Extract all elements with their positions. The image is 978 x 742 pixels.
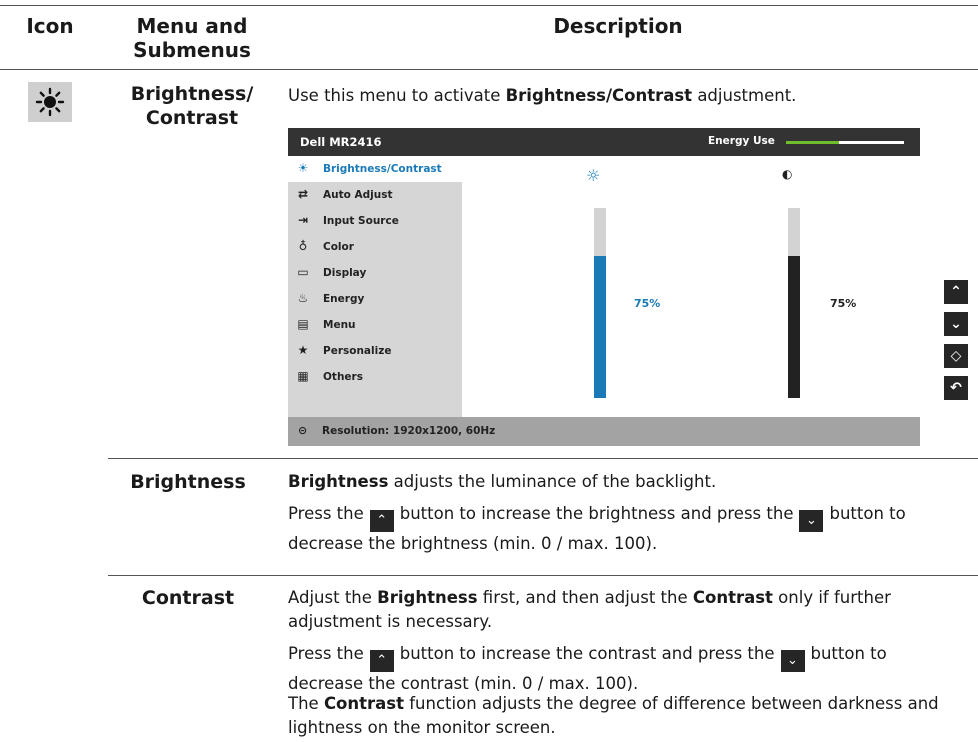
osd-menu-item[interactable]: ⇄ Auto Adjust	[288, 182, 462, 208]
osd-menu-item[interactable]: ★ Personalize	[288, 338, 462, 364]
brightness-value: 75%	[634, 297, 661, 310]
back-button[interactable]: ↶	[944, 376, 968, 400]
up-arrow-icon: ⌃	[369, 510, 394, 532]
header-rule	[0, 69, 978, 70]
osd-menu-item-label: Personalize	[323, 345, 392, 357]
osd-menu-item[interactable]: ♁ Color	[288, 234, 462, 260]
brightness-sun-icon: ☼	[586, 166, 601, 185]
energy-use-fill	[786, 141, 840, 144]
brightness-slider[interactable]	[594, 208, 606, 398]
menu-name-contrast: Contrast	[141, 587, 235, 609]
brightness-contrast-icon	[28, 82, 72, 122]
energy-use-label: Energy Use	[708, 135, 775, 147]
osd-menu-item[interactable]: ♨ Energy	[288, 286, 462, 312]
osd-menu-item[interactable]: ▭ Display	[288, 260, 462, 286]
others-icon: ▦	[297, 369, 309, 383]
energy-icon: ♨	[297, 291, 309, 305]
down-arrow-button[interactable]: ⌄	[944, 312, 968, 336]
down-arrow-icon: ⌄	[799, 510, 824, 532]
brightness-contrast-intro: Use this menu to activate Brightness/Con…	[288, 86, 797, 105]
display-icon: ▭	[297, 265, 309, 279]
top-rule	[0, 5, 978, 6]
energy-use-bar	[786, 141, 904, 144]
section-rule	[108, 458, 978, 459]
osd-menu-item-label: Auto Adjust	[323, 189, 393, 201]
contrast-slider-fill	[788, 255, 800, 398]
down-arrow-icon: ⌄	[780, 650, 805, 672]
osd-title-bar: Dell MR2416 Energy Use	[288, 128, 920, 156]
osd-status-bar: ⊝ Resolution: 1920x1200, 60Hz	[288, 417, 920, 446]
osd-menu-item[interactable]: ▦ Others	[288, 364, 462, 390]
osd-menu-item-label: Brightness/Contrast	[323, 163, 442, 175]
osd-model-title: Dell MR2416	[300, 135, 382, 149]
auto-adjust-icon: ⇄	[297, 187, 309, 201]
osd-menu-item-label: Input Source	[323, 215, 399, 227]
ok-button[interactable]: ◇	[944, 344, 968, 368]
brightness-icon: ☀	[297, 161, 309, 175]
osd-menu-item-label: Display	[323, 267, 367, 279]
input-source-icon: ⇥	[297, 213, 309, 227]
up-arrow-icon: ⌃	[369, 650, 394, 672]
menu-icon: ▤	[297, 317, 309, 331]
osd-screenshot: Dell MR2416 Energy Use ☀ Brightness/Contr…	[288, 128, 920, 446]
osd-menu-item-label: Color	[323, 241, 354, 253]
osd-menu-item[interactable]: ⇥ Input Source	[288, 208, 462, 234]
brightness-press-instructions: Press the ⌃ button to increase the brightn…	[288, 504, 906, 553]
menu-name-brightness: Brightness	[130, 471, 246, 493]
contrast-slider[interactable]	[788, 208, 800, 398]
resolution-icon: ⊝	[298, 424, 308, 437]
menu-name-brightness-contrast: Brightness/ Contrast	[130, 83, 254, 129]
brightness-description: Brightness adjusts the luminance of the …	[288, 472, 717, 491]
header-icon: Icon	[26, 14, 74, 38]
up-arrow-button[interactable]: ⌃	[944, 280, 968, 304]
section-rule	[108, 575, 978, 576]
resolution-text: Resolution: 1920x1200, 60Hz	[322, 425, 496, 437]
osd-menu-item-label: Energy	[323, 293, 365, 305]
contrast-function-note: The Contrast function adjusts the degree…	[288, 694, 939, 737]
contrast-icon: ◐	[782, 167, 793, 181]
osd-menu-item[interactable]: ☀ Brightness/Contrast	[288, 156, 462, 182]
osd-menu-item-label: Others	[323, 371, 363, 383]
color-icon: ♁	[298, 239, 308, 253]
header-menu: Menu and Submenus	[133, 14, 251, 62]
contrast-press-instructions: Press the ⌃ button to increase the contras…	[288, 644, 887, 693]
header-description: Description	[553, 14, 683, 38]
contrast-value: 75%	[830, 297, 857, 310]
contrast-description: Adjust the Brightness first, and then ad…	[288, 588, 891, 631]
osd-adjust-panel: ☼ ◐ 75% 75%	[462, 156, 920, 417]
star-icon: ★	[297, 343, 309, 357]
osd-menu-item-label: Menu	[323, 319, 356, 331]
osd-main-menu: ☀ Brightness/Contrast ⇄ Auto Adjust ⇥ Input S…	[288, 156, 462, 417]
brightness-slider-fill	[594, 255, 606, 398]
osd-menu-item[interactable]: ▤ Menu	[288, 312, 462, 338]
